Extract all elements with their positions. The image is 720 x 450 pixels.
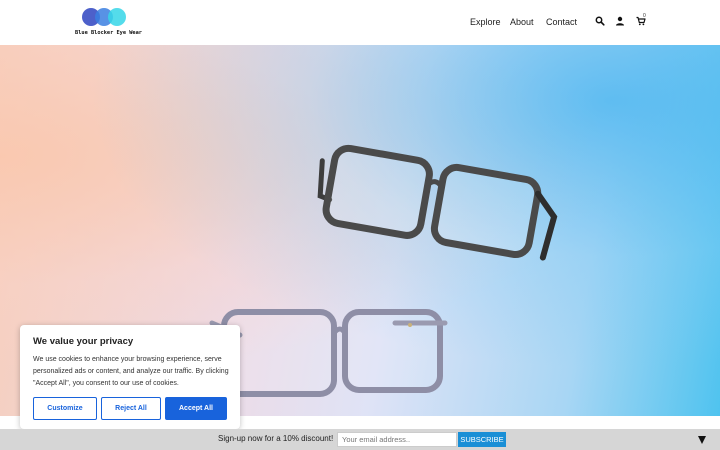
caret-down-icon[interactable] — [698, 436, 706, 444]
subscribe-button[interactable]: SUBSCRIBE — [458, 432, 506, 447]
cookie-title: We value your privacy — [33, 336, 134, 347]
reject-all-button[interactable]: Reject All — [101, 397, 161, 420]
site-header: Blue Blocker Eye Wear Explore About Cont… — [0, 0, 720, 45]
logo-mark — [82, 8, 128, 26]
user-icon[interactable] — [615, 16, 625, 26]
signup-bar: Sign-up now for a 10% discount! SUBSCRIB… — [0, 429, 720, 450]
search-icon[interactable] — [595, 16, 605, 26]
cookie-consent-banner: We value your privacy We use cookies to … — [20, 325, 240, 429]
nav-about[interactable]: About — [510, 17, 534, 27]
cart-count: 0 — [643, 13, 646, 19]
brand-logo[interactable]: Blue Blocker Eye Wear — [75, 6, 142, 40]
customize-button[interactable]: Customize — [33, 397, 97, 420]
accept-all-button[interactable]: Accept All — [165, 397, 227, 420]
cookie-description: We use cookies to enhance your browsing … — [33, 356, 229, 387]
logo-text: Blue Blocker Eye Wear — [75, 30, 142, 36]
signup-text: Sign-up now for a 10% discount! — [218, 434, 334, 443]
email-input[interactable] — [337, 432, 457, 447]
nav-explore[interactable]: Explore — [470, 17, 501, 27]
nav-contact[interactable]: Contact — [546, 17, 577, 27]
